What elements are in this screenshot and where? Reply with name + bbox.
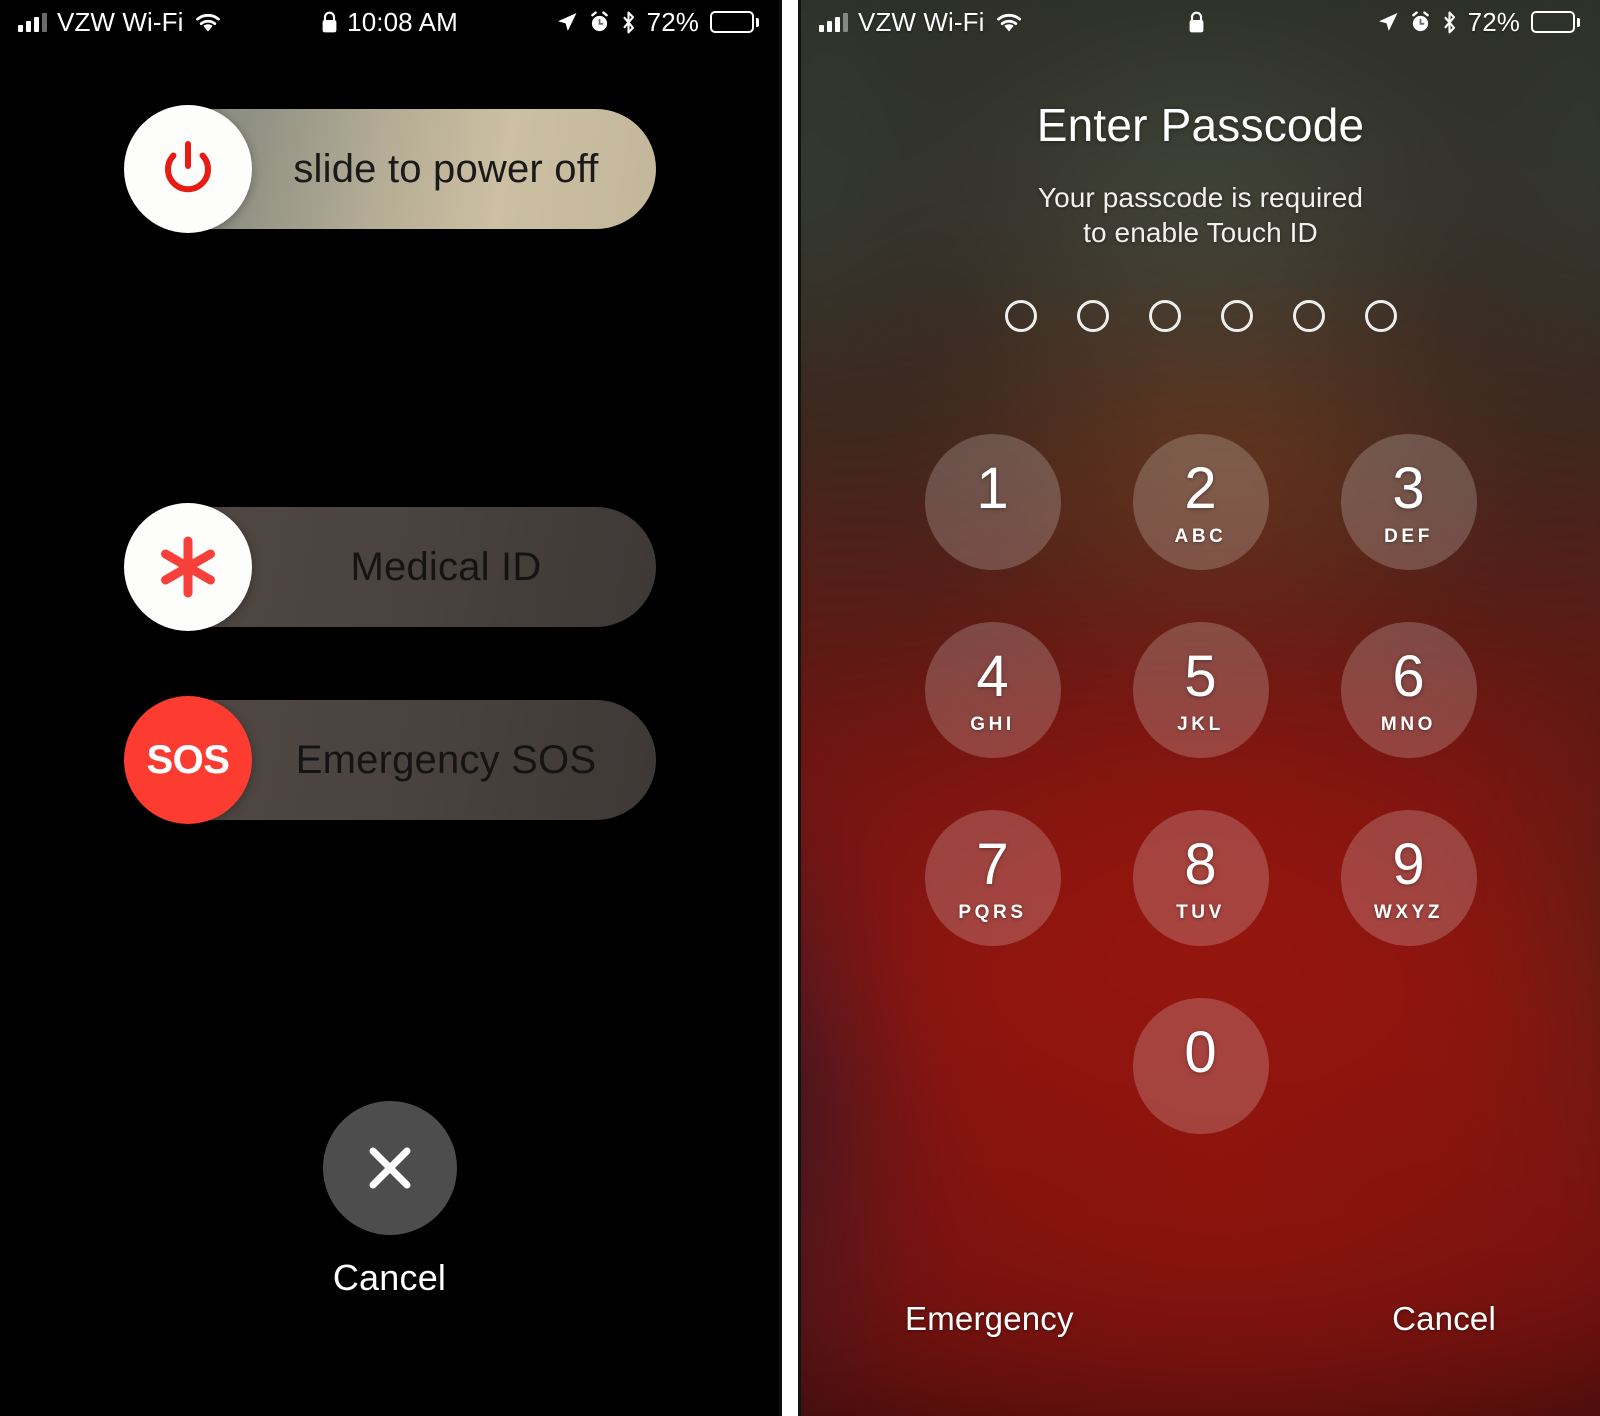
battery-percent-label: 72% [646, 6, 699, 37]
power-off-screen: VZW Wi-Fi 10:08 AM 72% slide to power of… [0, 0, 779, 1416]
status-bar-right: VZW Wi-Fi 72% [801, 0, 1600, 44]
location-arrow-icon [1377, 11, 1399, 33]
sos-icon: SOS [146, 737, 230, 782]
slide-to-power-off-label: slide to power off [293, 146, 599, 191]
emergency-sos-knob[interactable]: SOS [124, 696, 252, 824]
alarm-clock-icon [589, 11, 610, 33]
carrier-label: VZW Wi-Fi [57, 6, 184, 37]
lock-icon [1188, 11, 1205, 34]
passcode-subtitle-line2: to enable Touch ID [1083, 217, 1318, 249]
keypad-row: 0 [1132, 998, 1269, 1134]
status-bar-left-group: VZW Wi-Fi [0, 7, 222, 38]
keypad-digit: 7 [976, 831, 1009, 897]
keypad-letters: TUV [1176, 901, 1225, 923]
keypad-digit: 6 [1392, 643, 1425, 709]
lock-icon [321, 11, 338, 34]
enter-passcode-screen: VZW Wi-Fi 72% Enter Passcode Your passco… [801, 0, 1600, 1416]
keypad-key-7[interactable]: 7 PQRS [924, 810, 1061, 946]
keypad-key-5[interactable]: 5 JKL [1132, 622, 1269, 758]
panel-divider [779, 0, 801, 1416]
emergency-button[interactable]: Emergency [905, 1300, 1074, 1338]
status-bar-right-group-right: 72% [1377, 7, 1600, 38]
passcode-dot [1076, 300, 1109, 332]
keypad-digit: 1 [976, 455, 1009, 521]
keypad-row: 1 2 ABC 3 DEF [924, 434, 1477, 570]
medical-id-row[interactable]: Medical ID [124, 503, 656, 631]
carrier-label: VZW Wi-Fi [858, 6, 985, 37]
bluetooth-icon [1442, 11, 1457, 34]
passcode-keypad: 1 2 ABC 3 DEF 4 GHI 5 JKL 6 MNO 7 PQRS 8… [801, 434, 1600, 1134]
page-title: Enter Passcode [1036, 99, 1365, 151]
passcode-bottom-actions: Emergency Cancel [801, 1300, 1600, 1338]
cancel-button[interactable] [322, 1101, 457, 1235]
emergency-sos-row[interactable]: SOS Emergency SOS [124, 696, 656, 824]
passcode-subtitle: Your passcode is required to enable Touc… [801, 180, 1600, 251]
keypad-digit: 9 [1392, 831, 1425, 897]
status-bar-left-group-right: VZW Wi-Fi [801, 7, 1023, 38]
battery-icon [710, 11, 759, 33]
keypad-digit: 2 [1184, 455, 1217, 521]
passcode-dot [1004, 300, 1037, 332]
keypad-key-0[interactable]: 0 [1132, 998, 1269, 1134]
keypad-key-8[interactable]: 8 TUV [1132, 810, 1269, 946]
status-bar-time: 10:08 AM [347, 6, 458, 37]
keypad-letters: MNO [1380, 713, 1437, 735]
keypad-key-9[interactable]: 9 WXYZ [1340, 810, 1477, 946]
keypad-key-3[interactable]: 3 DEF [1340, 434, 1477, 570]
keypad-letters: ABC [1174, 525, 1227, 547]
keypad-letters: PQRS [958, 901, 1027, 923]
bluetooth-icon [621, 11, 636, 34]
power-slider-knob[interactable] [124, 105, 252, 233]
keypad-key-1[interactable]: 1 [924, 434, 1061, 570]
signal-bars-icon [18, 12, 47, 32]
location-arrow-icon [556, 11, 578, 33]
keypad-row: 4 GHI 5 JKL 6 MNO [924, 622, 1477, 758]
keypad-letters: DEF [1384, 525, 1433, 547]
keypad-letters: GHI [970, 713, 1015, 735]
emergency-sos-label: Emergency SOS [295, 737, 597, 782]
passcode-dot [1292, 300, 1325, 332]
keypad-key-6[interactable]: 6 MNO [1340, 622, 1477, 758]
close-x-icon [359, 1137, 421, 1199]
cancel-button[interactable]: Cancel [1392, 1300, 1496, 1338]
passcode-dot [1220, 300, 1253, 332]
passcode-dot [1148, 300, 1181, 332]
wifi-icon [995, 11, 1023, 33]
keypad-digit: 4 [976, 643, 1009, 709]
status-bar-right-group: 72% [556, 7, 779, 38]
signal-bars-icon [819, 12, 848, 32]
keypad-digit: 3 [1392, 455, 1425, 521]
keypad-key-4[interactable]: 4 GHI [924, 622, 1061, 758]
keypad-digit: 5 [1184, 643, 1217, 709]
keypad-letters: WXYZ [1373, 901, 1444, 923]
keypad-letters: JKL [1177, 713, 1224, 735]
medical-id-label: Medical ID [350, 544, 542, 589]
status-bar-left: VZW Wi-Fi 10:08 AM 72% [0, 0, 779, 44]
keypad-digit: 8 [1184, 831, 1217, 897]
power-icon [155, 136, 221, 202]
battery-percent-label: 72% [1467, 6, 1520, 37]
slide-to-power-off-slider[interactable]: slide to power off [124, 105, 656, 233]
keypad-row: 7 PQRS 8 TUV 9 WXYZ [924, 810, 1477, 946]
medical-id-knob[interactable] [124, 503, 252, 631]
cancel-button-group[interactable]: Cancel [0, 1101, 779, 1299]
dual-screenshot-container: VZW Wi-Fi 10:08 AM 72% slide to power of… [0, 0, 1600, 1416]
cancel-label: Cancel [332, 1257, 447, 1298]
passcode-subtitle-line1: Your passcode is required [1037, 182, 1364, 213]
passcode-dot [1364, 300, 1397, 332]
battery-icon [1531, 11, 1580, 33]
alarm-clock-icon [1410, 11, 1431, 33]
keypad-digit: 0 [1184, 1019, 1217, 1085]
medical-asterisk-icon [154, 533, 222, 601]
passcode-dots [801, 300, 1600, 332]
keypad-key-2[interactable]: 2 ABC [1132, 434, 1269, 570]
wifi-icon [194, 11, 222, 33]
